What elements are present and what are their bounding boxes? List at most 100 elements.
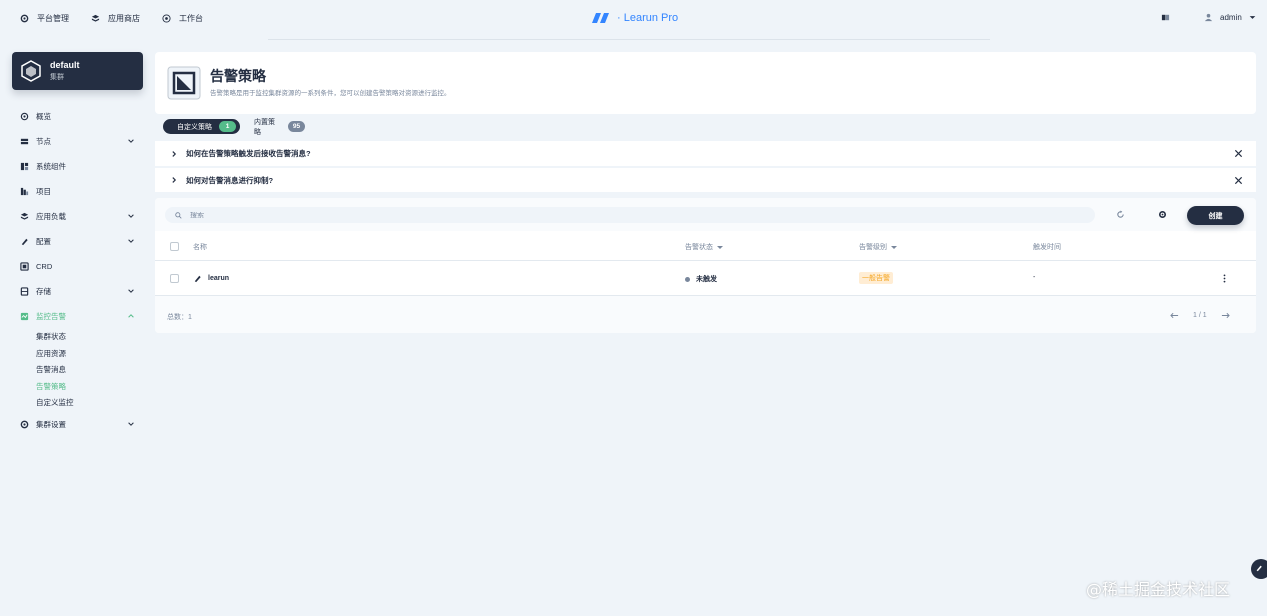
column-alert-status[interactable]: 告警状态 [685, 242, 723, 252]
logo-text: · Learun Pro [617, 12, 679, 24]
policy-table-panel: 创建 名称 告警状态 告警级别 触发时间 learun 未触发 一般告警 - 总… [155, 198, 1256, 333]
sidebar-item-cluster-settings[interactable]: 集群设置 [20, 412, 135, 437]
sidebar-subitem-custom-monitoring[interactable]: 自定义监控 [36, 395, 135, 412]
faq-item[interactable]: 如何对告警消息进行抑制? [155, 167, 1256, 192]
sort-caret-icon [717, 245, 723, 249]
status-dot-icon [685, 276, 690, 282]
floating-tools-button[interactable] [1251, 559, 1267, 579]
user-menu[interactable]: admin [1204, 13, 1256, 22]
sidebar-item-components[interactable]: 系统组件 [20, 154, 135, 179]
faq-item[interactable]: 如何在告警策略触发后接收告警消息? [155, 141, 1256, 166]
sidebar-item-config[interactable]: 配置 [20, 229, 135, 254]
tab-count-badge: 95 [288, 121, 305, 132]
level-cell: 一般告警 [859, 272, 893, 284]
arrow-right-icon[interactable] [1221, 311, 1230, 320]
policy-name-cell[interactable]: learun [193, 274, 229, 283]
workload-icon [20, 212, 29, 220]
tab-custom-policies[interactable]: 自定义策略 1 [163, 119, 240, 134]
chevron-down-icon [128, 289, 134, 293]
tab-builtin-policies[interactable]: 内置策略 95 [240, 118, 309, 136]
sidebar-subitem-alert-policies[interactable]: 告警策略 [36, 379, 135, 396]
column-label: 告警级别 [859, 244, 887, 251]
logo[interactable]: · Learun Pro [589, 12, 678, 24]
sidebar-item-workloads[interactable]: 应用负载 [20, 204, 135, 229]
table-toolbar: 创建 [155, 198, 1256, 231]
crd-icon [20, 262, 29, 271]
more-icon[interactable] [1220, 274, 1229, 283]
nav-appstore[interactable]: 应用商店 [91, 13, 140, 24]
sidebar-subitem-alert-messages[interactable]: 告警消息 [36, 362, 135, 379]
column-name: 名称 [193, 242, 207, 252]
document-icon[interactable] [1161, 13, 1170, 22]
search-box[interactable] [165, 207, 1095, 223]
sidebar-item-label: 存储 [36, 287, 51, 296]
sidebar-item-label: 应用负载 [36, 212, 66, 221]
row-checkbox[interactable] [170, 274, 179, 283]
logo-mark-icon [592, 13, 609, 23]
nav-workbench[interactable]: 工作台 [162, 13, 203, 24]
top-divider [268, 39, 990, 40]
cluster-settings-icon [20, 420, 29, 428]
sidebar-item-label: 配置 [36, 237, 51, 246]
sidebar-item-monitoring[interactable]: 监控告警 [20, 304, 135, 329]
dashboard-icon [162, 14, 171, 23]
sidebar-item-label: 项目 [36, 187, 51, 196]
cluster-name: default [50, 60, 80, 70]
cluster-icon [21, 60, 41, 82]
refresh-icon[interactable] [1116, 210, 1125, 219]
chevron-down-icon [128, 214, 134, 218]
column-label: 名称 [193, 244, 207, 251]
policy-name: learun [208, 275, 230, 282]
nav-platform-label: 平台管理 [37, 14, 69, 23]
alert-level-badge: 一般告警 [859, 272, 893, 284]
sidebar-item-projects[interactable]: 项目 [20, 179, 135, 204]
column-label: 告警状态 [685, 244, 713, 251]
node-icon [20, 138, 29, 145]
status-cell: 未触发 [685, 274, 717, 284]
sidebar-item-overview[interactable]: 概览 [20, 104, 135, 129]
sidebar-item-label: 集群设置 [36, 419, 66, 429]
status-text: 未触发 [696, 276, 717, 283]
components-icon [20, 162, 29, 171]
close-icon[interactable] [1234, 176, 1243, 185]
table-row[interactable]: learun 未触发 一般告警 - [155, 262, 1256, 296]
nav-platform[interactable]: 平台管理 [20, 13, 69, 24]
sidebar-item-nodes[interactable]: 节点 [20, 129, 135, 154]
sidebar-item-label: CRD [36, 262, 53, 271]
page-title: 告警策略 [210, 68, 266, 84]
cluster-selector[interactable]: default 集群 [12, 52, 143, 90]
search-input[interactable] [190, 211, 990, 219]
sidebar-item-label: 概览 [36, 112, 51, 121]
table-footer: 总数：1 1 / 1 [155, 296, 1256, 333]
sidebar-item-storage[interactable]: 存储 [20, 279, 135, 304]
sidebar-item-crd[interactable]: CRD [20, 254, 135, 279]
monitoring-submenu: 集群状态 应用资源 告警消息 告警策略 自定义监控 [20, 329, 135, 412]
column-alert-level[interactable]: 告警级别 [859, 242, 897, 252]
sidebar-subitem-app-resources[interactable]: 应用资源 [36, 346, 135, 363]
settings-icon [20, 14, 29, 23]
page-header: 告警策略 告警策略是用于监控集群资源的一系列条件，您可以创建告警策略对资源进行监… [155, 52, 1256, 114]
close-icon[interactable] [1234, 149, 1243, 158]
sidebar-subitem-cluster-status[interactable]: 集群状态 [36, 329, 135, 346]
tab-count-badge: 1 [219, 121, 236, 132]
column-trigger-time: 触发时间 [1033, 242, 1061, 252]
config-icon [21, 238, 28, 246]
policy-tabs: 自定义策略 1 内置策略 95 [163, 118, 309, 136]
tab-label: 内置策略 [254, 118, 275, 136]
faq-question: 如何对告警消息进行抑制? [186, 175, 274, 185]
gear-icon[interactable] [1158, 210, 1167, 219]
watermark: @稀土掘金技术社区 [1086, 580, 1231, 599]
column-label: 触发时间 [1033, 244, 1061, 251]
select-all-checkbox[interactable] [170, 242, 179, 251]
hammer-icon [1256, 565, 1262, 572]
arrow-left-icon[interactable] [1170, 311, 1179, 320]
nav-workbench-label: 工作台 [179, 14, 203, 23]
sidebar-item-label: 节点 [36, 137, 51, 146]
chevron-down-icon [128, 421, 134, 426]
sidebar: 概览 节点 系统组件 项目 应用负载 配置 CRD 存储 监控告警 集群状态 应… [20, 104, 135, 437]
alert-policy-icon [167, 66, 201, 100]
nav-appstore-label: 应用商店 [108, 14, 140, 23]
create-button[interactable]: 创建 [1187, 206, 1244, 225]
user-name: admin [1220, 13, 1242, 22]
sort-caret-icon [891, 245, 897, 249]
